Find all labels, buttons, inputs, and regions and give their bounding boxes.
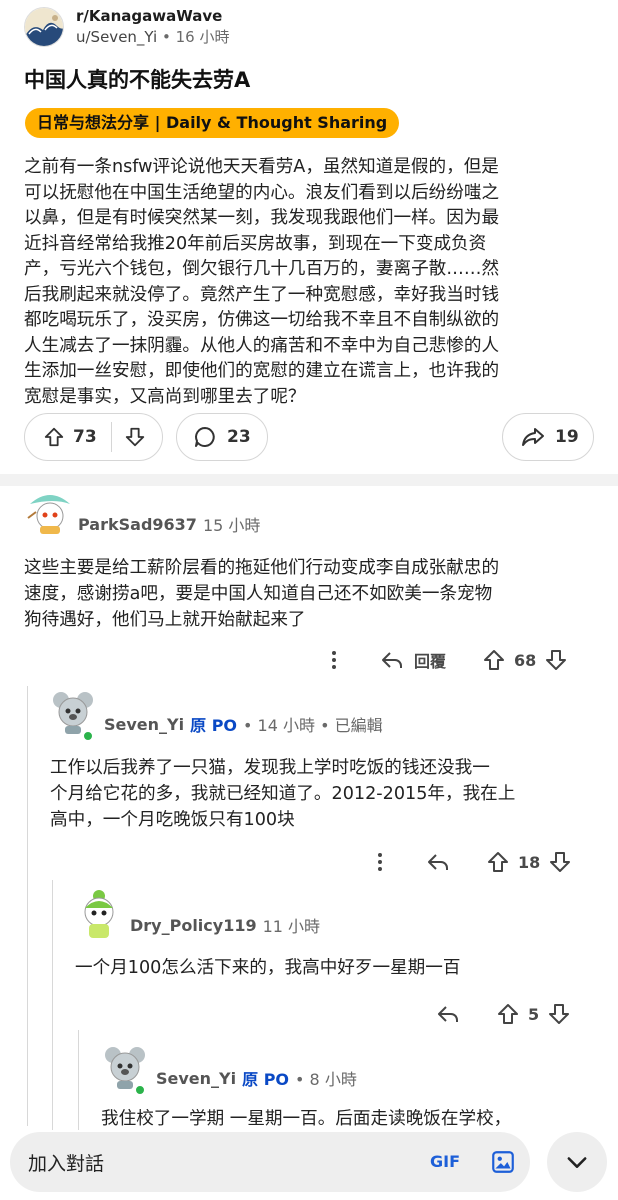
comment-composer[interactable]: 加入對話 GIF	[10, 1132, 530, 1192]
comment-username[interactable]: ParkSad9637	[78, 515, 197, 534]
vote-count: 5	[528, 1004, 540, 1024]
comment-username[interactable]: Seven_Yi	[156, 1069, 236, 1088]
subreddit-avatar[interactable]	[24, 7, 64, 47]
reply-icon[interactable]	[436, 1002, 460, 1026]
composer-placeholder[interactable]: 加入對話	[28, 1149, 104, 1176]
upvote-count: 73	[73, 427, 97, 447]
comment-line: 这些主要是给工薪阶层看的拖延他们行动变成李自成张献忠的	[24, 558, 500, 578]
comment-count: 23	[227, 427, 251, 447]
comment-body: 这些主要是给工薪阶层看的拖延他们行动变成李自成张献忠的 速度，感谢捞a吧，要是中…	[24, 555, 604, 633]
comment-header: Dry_Policy119 11 小時	[130, 913, 320, 937]
section-divider	[0, 474, 618, 486]
upvote-icon[interactable]	[496, 1002, 520, 1026]
vote-count: 68	[514, 650, 537, 670]
vote-divider	[111, 422, 112, 452]
reply-icon	[380, 648, 404, 672]
post-body-line: 之前有一条nsfw评论说他天天看劳A，虽然知道是假的，但是	[24, 157, 499, 177]
more-icon[interactable]	[370, 850, 390, 874]
chevron-down-icon	[563, 1148, 591, 1176]
comment-actions: 18	[370, 850, 572, 874]
comment-time: • 8 小時	[295, 1070, 357, 1089]
upvote-icon[interactable]	[43, 426, 65, 448]
share-count: 19	[555, 427, 579, 447]
thread-line	[52, 880, 53, 1130]
online-indicator	[134, 1084, 146, 1096]
avatar[interactable]	[49, 688, 97, 736]
comment-time: 11 小時	[262, 917, 321, 936]
separator: •	[162, 28, 171, 46]
op-badge: 原 PO	[190, 716, 238, 735]
more-icon[interactable]	[324, 648, 344, 672]
vote-pill: 73	[24, 413, 163, 461]
post-body-line: 后我刷起来就没停了。竟然产生了一种宽慰感，幸好我当时钱	[24, 284, 500, 305]
comment-line: 工作以后我养了一只猫，发现我上学时吃饭的钱还没我一	[50, 758, 490, 778]
comment-line: 狗待遇好，他们马上就开始献起来了	[24, 610, 306, 630]
comment-header: Seven_Yi 原 PO • 8 小時	[156, 1066, 357, 1090]
comment-time: 15 小時	[202, 516, 261, 535]
comments-button[interactable]: 23	[176, 413, 268, 461]
downvote-icon[interactable]	[544, 648, 568, 672]
comment-icon	[193, 425, 217, 449]
comment-body: 工作以后我养了一只猫，发现我上学时吃饭的钱还没我一 个月给它花的多，我就已经知道…	[50, 755, 610, 833]
comment-line: 高中，一个月吃晚饭只有100块	[50, 810, 295, 830]
post-author[interactable]: u/Seven_Yi	[76, 28, 157, 46]
post-body-line: 可以抚慰他在中国生活绝望的内心。浪友们看到以后纷纷嗤之	[24, 182, 500, 203]
comment-line: 一个月100怎么活下来的，我高中好歹一星期一百	[75, 958, 461, 978]
comment-line: 速度，感谢捞a吧，要是中国人知道自己还不如欧美一条宠物	[24, 584, 493, 604]
post-body-line: 宽慰是事实，又高尚到哪里去了呢？	[24, 386, 306, 407]
avatar[interactable]	[75, 888, 123, 938]
post-header: r/KanagawaWave u/Seven_Yi • 16 小時	[24, 6, 230, 48]
share-icon	[521, 425, 545, 449]
comment-header: Seven_Yi 原 PO • 14 小時 • 已編輯	[104, 712, 383, 736]
comment-username[interactable]: Seven_Yi	[104, 715, 184, 734]
downvote-icon[interactable]	[548, 850, 572, 874]
image-icon[interactable]	[490, 1149, 516, 1179]
reply-label: 回覆	[414, 652, 447, 671]
comment-header: ParkSad9637 15 小時	[78, 512, 260, 536]
subreddit-name[interactable]: r/KanagawaWave	[76, 6, 230, 26]
comment-actions: 回覆 68	[324, 648, 568, 672]
post-body-line: 都吃喝玩乐了，没买房，仿佛这一切给我不幸且不自制纵欲的	[24, 310, 500, 330]
collapse-button[interactable]	[547, 1132, 607, 1192]
post-body-line: 人生减去了一抹阴霾。从他人的痛苦和不幸中为自己悲惨的人	[24, 335, 500, 356]
avatar[interactable]	[24, 488, 72, 536]
post-body-line: 生添加一丝安慰，即使他们的宽慰的建立在谎言上，也许我的	[24, 361, 500, 381]
reply-icon[interactable]	[426, 850, 450, 874]
post-body-line: 以鼻，但是有时候突然某一刻，我发现我跟他们一样。因为最	[24, 208, 500, 228]
thread-line	[27, 686, 28, 1126]
post-title: 中国人真的不能失去劳A	[24, 68, 251, 92]
post-time: 16 小時	[175, 28, 230, 46]
comment-body: 我住校了一学期 一星期一百。后面走读晚饭在学校，	[101, 1106, 611, 1132]
upvote-icon[interactable]	[486, 850, 510, 874]
reply-button[interactable]: 回覆	[380, 648, 446, 672]
post-body-line: 产，亏光六个钱包，倒欠银行几十几百万的，妻离子散……然	[24, 259, 500, 279]
upvote-icon[interactable]	[482, 648, 506, 672]
comment-line: 我住校了一学期 一星期一百。后面走读晚饭在学校，	[101, 1109, 512, 1129]
downvote-icon[interactable]	[124, 426, 146, 448]
thread-line	[78, 1030, 79, 1130]
gif-button[interactable]: GIF	[430, 1152, 460, 1171]
comment-actions: 5	[436, 1002, 571, 1026]
post-flair[interactable]: 日常与想法分享 | Daily & Thought Sharing	[25, 108, 400, 138]
downvote-icon[interactable]	[547, 1002, 571, 1026]
comment-time: • 14 小時 • 已編輯	[243, 716, 383, 735]
share-button[interactable]: 19	[502, 413, 594, 461]
vote-count: 18	[518, 852, 541, 872]
online-indicator	[82, 730, 94, 742]
comment-username[interactable]: Dry_Policy119	[130, 916, 257, 935]
post-body: 之前有一条nsfw评论说他天天看劳A，虽然知道是假的，但是 可以抚慰他在中国生活…	[24, 155, 596, 410]
op-badge: 原 PO	[242, 1070, 290, 1089]
comment-line: 个月给它花的多，我就已经知道了。2012-2015年，我在上	[50, 784, 516, 804]
comment-body: 一个月100怎么活下来的，我高中好歹一星期一百	[75, 955, 605, 981]
post-body-line: 近抖音经常给我推20年前后买房故事，到现在一下变成负资	[24, 233, 487, 254]
